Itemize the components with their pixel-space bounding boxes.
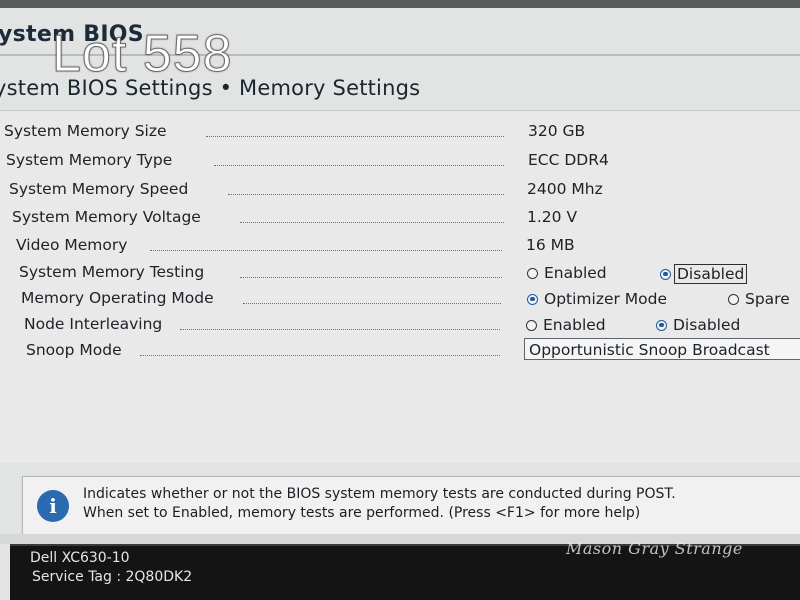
service-tag: Service Tag : 2Q80DK2: [32, 569, 193, 585]
setting-label: System Memory Type: [6, 151, 173, 169]
top-bar: [0, 0, 800, 8]
setting-row-memory-testing[interactable]: System Memory Testing Enabled Disabled: [0, 263, 800, 287]
dot-leader: [240, 222, 504, 223]
memory-speed-value: 2400 Mhz: [527, 180, 603, 198]
dot-leader: [150, 250, 502, 251]
memory-size-value: 320 GB: [528, 122, 586, 140]
setting-label: System Memory Speed: [9, 180, 189, 198]
dot-leader: [140, 355, 500, 356]
setting-row-snoop-mode[interactable]: Snoop Mode Opportunistic Snoop Broadcast: [0, 338, 800, 365]
dot-leader: [214, 165, 504, 166]
node-interleaving-disabled-radio[interactable]: Disabled: [656, 316, 740, 334]
setting-label: System Memory Testing: [19, 263, 205, 281]
bios-screen: ystem BIOS ystem BIOS Settings • Memory …: [0, 0, 800, 600]
info-icon: i: [37, 490, 69, 522]
setting-row-operating-mode[interactable]: Memory Operating Mode Optimizer Mode Spa…: [0, 289, 800, 313]
radio-label: Enabled: [543, 316, 606, 334]
setting-label: Video Memory: [16, 236, 128, 254]
help-panel: i Indicates whether or not the BIOS syst…: [22, 476, 800, 536]
video-memory-value: 16 MB: [526, 236, 575, 254]
memory-type-value: ECC DDR4: [528, 151, 609, 169]
setting-label: System Memory Size: [4, 122, 167, 140]
setting-row-memory-size: System Memory Size 320 GB: [0, 122, 800, 146]
radio-selected-icon: [527, 293, 538, 305]
setting-row-node-interleaving[interactable]: Node Interleaving Enabled Disabled: [0, 315, 800, 339]
setting-label: System Memory Voltage: [12, 208, 201, 226]
radio-unselected-icon: [527, 267, 538, 279]
radio-selected-icon: [656, 319, 667, 331]
setting-label: Snoop Mode: [26, 341, 122, 359]
radio-label: Spare: [745, 290, 790, 308]
radio-label: Disabled: [673, 316, 741, 334]
operating-mode-spare-radio[interactable]: Spare: [728, 290, 790, 308]
help-text-line: Indicates whether or not the BIOS system…: [83, 486, 676, 502]
dot-leader: [206, 136, 504, 137]
lot-label: Lot 558: [52, 25, 233, 84]
snoop-mode-select[interactable]: Opportunistic Snoop Broadcast: [524, 338, 800, 360]
radio-label: Disabled: [674, 264, 748, 284]
memory-voltage-value: 1.20 V: [527, 208, 578, 226]
setting-row-memory-speed: System Memory Speed 2400 Mhz: [0, 180, 800, 204]
setting-row-memory-type: System Memory Type ECC DDR4: [0, 151, 800, 175]
help-text-line: When set to Enabled, memory tests are pe…: [83, 505, 641, 521]
system-model: Dell XC630-10: [30, 550, 130, 566]
help-text: Indicates whether or not the BIOS system…: [83, 485, 676, 523]
operating-mode-optimizer-radio[interactable]: Optimizer Mode: [527, 290, 667, 308]
radio-label: Enabled: [544, 264, 607, 282]
radio-label: Optimizer Mode: [544, 290, 668, 308]
setting-row-memory-voltage: System Memory Voltage 1.20 V: [0, 208, 800, 232]
radio-unselected-icon: [728, 293, 739, 305]
dot-leader: [243, 303, 501, 304]
setting-label: Memory Operating Mode: [21, 289, 214, 307]
watermark: Mason Gray Strange: [566, 539, 743, 558]
memory-testing-enabled-radio[interactable]: Enabled: [527, 264, 607, 282]
dot-leader: [240, 277, 502, 278]
dot-leader: [228, 194, 504, 195]
setting-row-video-memory: Video Memory 16 MB: [0, 236, 800, 260]
setting-label: Node Interleaving: [24, 315, 163, 333]
dot-leader: [180, 329, 500, 330]
memory-testing-disabled-radio[interactable]: Disabled: [660, 264, 748, 284]
node-interleaving-enabled-radio[interactable]: Enabled: [526, 316, 606, 334]
radio-selected-icon: [660, 268, 671, 280]
radio-unselected-icon: [526, 319, 537, 331]
settings-panel: System Memory Size 320 GB System Memory …: [0, 110, 800, 463]
